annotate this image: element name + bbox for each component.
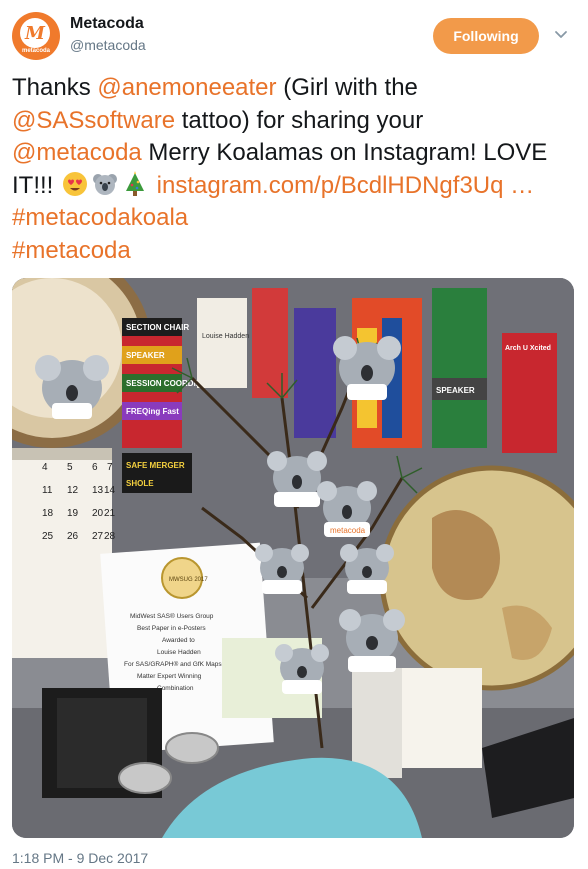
certificate-line: Awarded to <box>162 637 195 644</box>
calendar-day: 25 <box>42 531 54 542</box>
christmas-tree-emoji-icon <box>126 170 144 196</box>
calendar-day: 18 <box>42 508 54 519</box>
avatar[interactable]: M metacoda <box>12 12 60 60</box>
koala-plush: metacoda <box>317 481 377 537</box>
ribbon-label: SPEAKER <box>436 386 475 395</box>
certificate-line: Best Paper in e-Posters <box>137 625 206 632</box>
photo-scene: 4 5 6 7 11 12 13 14 18 19 20 21 25 26 27… <box>12 278 574 838</box>
ribbon-label: FREQing Fast <box>126 407 179 416</box>
calendar-day: 7 <box>107 462 113 473</box>
badge-name: Louise Hadden <box>202 333 249 340</box>
calendar-day: 26 <box>67 531 79 542</box>
ribbon-label: SHOLE <box>126 479 154 488</box>
mention-link[interactable]: @anemoneeater <box>97 74 276 101</box>
calendar-day: 19 <box>67 508 79 519</box>
chevron-down-icon[interactable] <box>553 26 569 42</box>
koala-plush <box>339 609 405 672</box>
calendar-day: 4 <box>42 462 48 473</box>
calendar-day: 12 <box>67 485 79 496</box>
user-handle[interactable]: @metacoda <box>70 37 146 53</box>
hashtag-link[interactable]: #metacoda <box>12 237 131 264</box>
tweet-header: M metacoda Metacoda @metacoda Following <box>12 12 576 60</box>
text-segment: (Girl with the <box>276 74 418 101</box>
heart-eyes-emoji-icon <box>63 171 87 196</box>
calendar-day: 5 <box>67 462 73 473</box>
certificate-line: MidWest SAS® Users Group <box>130 612 214 620</box>
calendar-day: 27 <box>92 531 104 542</box>
hashtag-link[interactable]: #metacodakoala <box>12 204 188 231</box>
tweet-timestamp[interactable]: 1:18 PM - 9 Dec 2017 <box>12 850 148 866</box>
certificate-seal: MWSUG 2017 <box>169 577 208 583</box>
koala-plush <box>255 544 309 594</box>
certificate-line: For SAS/GRAPH® and GfK Maps: a <box>124 660 229 668</box>
tweet-text: Thanks @anemoneeater (Girl with the @SAS… <box>12 72 572 267</box>
tweet-photo[interactable]: 4 5 6 7 11 12 13 14 18 19 20 21 25 26 27… <box>12 278 574 838</box>
ribbon-label: SPEAKER <box>126 351 165 360</box>
instagram-link[interactable]: instagram.com/p/BcdlHDNgf3Uq … <box>157 172 534 199</box>
mention-link[interactable]: @SASsoftware <box>12 107 175 134</box>
calendar-day: 28 <box>104 531 116 542</box>
koala-plush <box>267 451 327 507</box>
certificate-line: Combination <box>157 685 194 692</box>
display-name[interactable]: Metacoda <box>70 15 144 33</box>
calendar-day: 13 <box>92 485 104 496</box>
ribbon-label: Arch U Xcited <box>505 345 551 352</box>
avatar-label: metacoda <box>21 48 50 54</box>
avatar-logo: M <box>20 18 50 48</box>
certificate-line: Matter Expert Winning <box>137 673 202 680</box>
calendar-day: 6 <box>92 462 98 473</box>
mention-link[interactable]: @metacoda <box>12 139 142 166</box>
koala-plush <box>275 644 329 694</box>
calendar-day: 11 <box>42 485 53 496</box>
calendar-day: 20 <box>92 508 104 519</box>
certificate-line: Louise Hadden <box>157 649 201 656</box>
calendar-day: 21 <box>104 508 116 519</box>
following-button[interactable]: Following <box>433 18 539 54</box>
calendar-day: 14 <box>104 485 116 496</box>
ribbon-label: SAFE MERGER <box>126 461 185 470</box>
ribbon-label: SECTION CHAIR <box>126 323 189 332</box>
koala-bib-label: metacoda <box>330 526 366 535</box>
koala-emoji-icon <box>93 173 117 195</box>
text-segment: Thanks <box>12 74 98 101</box>
text-segment: tattoo) for sharing your <box>175 106 424 134</box>
koala-plush <box>340 544 394 594</box>
